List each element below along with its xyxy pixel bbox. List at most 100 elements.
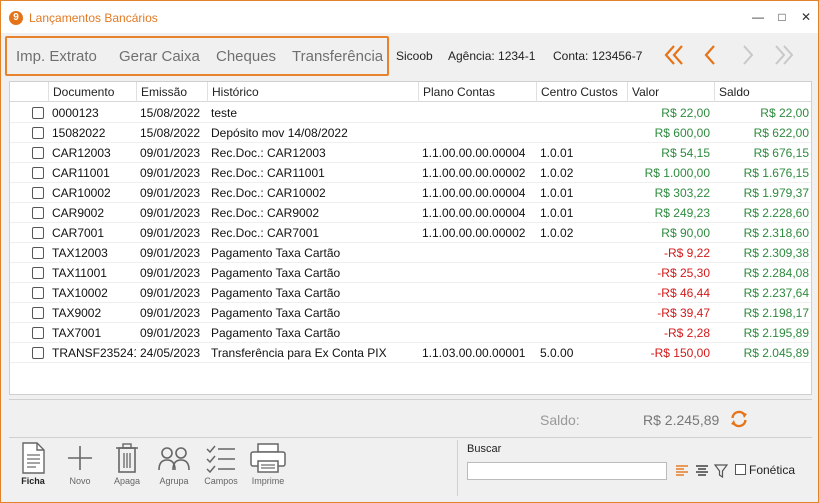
table-row[interactable]: TRANSF235241 24/05/2023 Transferência para… (10, 343, 811, 363)
table-row[interactable]: TAX7001 09/01/2023 Pagamento Taxa Cartão -R… (10, 323, 811, 343)
campos-label: Campos (204, 476, 238, 486)
transactions-grid[interactable]: Documento Emissão Histórico Plano Contas… (9, 81, 812, 395)
table-row[interactable]: TAX10002 09/01/2023 Pagamento Taxa Cartão -… (10, 283, 811, 303)
cell-saldo: R$ 2.195,89 (743, 326, 809, 340)
column-header-plano-contas[interactable]: Plano Contas (418, 82, 536, 102)
column-header-emissao[interactable]: Emissão (136, 82, 207, 102)
balance-value: R$ 2.245,89 (643, 412, 720, 428)
summary-bar: Saldo: R$ 2.245,89 (9, 399, 812, 435)
table-row[interactable]: 15082022 15/08/2022 Depósito mov 14/08/202… (10, 123, 811, 143)
fonetica-checkbox[interactable] (735, 464, 746, 475)
table-row[interactable]: TAX12003 09/01/2023 Pagamento Taxa Cartão -… (10, 243, 811, 263)
cell-saldo: R$ 2.045,89 (743, 346, 809, 360)
cell-documento: CAR9002 (52, 206, 105, 220)
column-header-historico[interactable]: Histórico (207, 82, 418, 102)
cell-valor: -R$ 2,28 (663, 326, 710, 340)
novo-button[interactable]: Novo (58, 442, 102, 496)
align-center-icon[interactable] (695, 464, 709, 478)
agrupa-label: Agrupa (159, 476, 189, 486)
cell-historico: Rec.Doc.: CAR11001 (211, 166, 325, 180)
cell-saldo: R$ 2.284,08 (743, 266, 809, 280)
cell-plano-contas: 1.1.00.00.00.00004 (422, 186, 526, 200)
align-left-icon[interactable] (675, 464, 689, 478)
row-checkbox[interactable] (32, 287, 44, 299)
tab-gerar-caixa[interactable]: Gerar Caixa (119, 48, 200, 65)
row-checkbox[interactable] (32, 167, 44, 179)
row-checkbox[interactable] (32, 247, 44, 259)
action-tabs: Imp. Extrato Gerar Caixa Cheques Transfe… (5, 36, 389, 76)
cell-historico: Pagamento Taxa Cartão (211, 306, 341, 320)
cell-plano-contas: 1.1.00.00.00.00002 (422, 226, 526, 240)
maximize-icon[interactable]: □ (771, 7, 793, 27)
imprime-button[interactable]: Imprime (246, 442, 290, 496)
cell-valor: R$ 54,15 (661, 146, 710, 160)
cell-centro-custos (536, 323, 627, 343)
title-bar: 9 Lançamentos Bancários — □ ✕ (1, 1, 818, 33)
cell-emissao: 09/01/2023 (140, 286, 201, 300)
cell-plano-contas (418, 323, 536, 343)
filter-icon[interactable] (714, 464, 728, 478)
column-header-documento[interactable]: Documento (48, 82, 136, 102)
table-row[interactable]: CAR12003 09/01/2023 Rec.Doc.: CAR12003 1.1.… (10, 143, 811, 163)
prev-page-icon[interactable] (699, 41, 723, 69)
plus-icon (68, 446, 92, 470)
cell-documento: CAR10002 (52, 186, 111, 200)
cell-emissao: 09/01/2023 (140, 266, 201, 280)
row-checkbox[interactable] (32, 267, 44, 279)
cell-emissao: 09/01/2023 (140, 206, 201, 220)
row-checkbox[interactable] (32, 107, 44, 119)
row-checkbox[interactable] (32, 127, 44, 139)
account-number: Conta: 123456-7 (553, 49, 643, 63)
ficha-button[interactable]: Ficha (11, 442, 55, 496)
group-icon (158, 447, 190, 471)
table-row[interactable]: TAX11001 09/01/2023 Pagamento Taxa Cartão -… (10, 263, 811, 283)
cell-saldo: R$ 622,00 (753, 126, 809, 140)
cell-emissao: 09/01/2023 (140, 246, 201, 260)
cell-historico: Rec.Doc.: CAR9002 (211, 206, 320, 220)
row-checkbox[interactable] (32, 327, 44, 339)
tab-cheques[interactable]: Cheques (216, 48, 276, 65)
cell-valor: -R$ 25,30 (657, 266, 710, 280)
tab-transferencia[interactable]: Transferência (292, 48, 383, 65)
table-row[interactable]: CAR7001 09/01/2023 Rec.Doc.: CAR7001 1.1.00… (10, 223, 811, 243)
column-header-valor[interactable]: Valor (627, 82, 714, 102)
cell-saldo: R$ 2.198,17 (743, 306, 809, 320)
minimize-icon[interactable]: — (747, 7, 769, 27)
cell-emissao: 09/01/2023 (140, 186, 201, 200)
apaga-button[interactable]: Apaga (105, 442, 149, 496)
column-header-saldo[interactable]: Saldo (714, 82, 811, 102)
cell-documento: TAX12003 (52, 246, 108, 260)
cell-documento: TRANSF235241 (52, 346, 136, 360)
imprime-label: Imprime (251, 476, 285, 486)
first-page-icon[interactable] (663, 41, 687, 69)
table-row[interactable]: CAR11001 09/01/2023 Rec.Doc.: CAR11001 1.1.… (10, 163, 811, 183)
search-label: Buscar (467, 443, 502, 455)
close-icon[interactable]: ✕ (795, 7, 817, 27)
row-checkbox[interactable] (32, 187, 44, 199)
fonetica-label: Fonética (749, 463, 796, 477)
row-checkbox[interactable] (32, 147, 44, 159)
table-row[interactable]: CAR10002 09/01/2023 Rec.Doc.: CAR10002 1.1.… (10, 183, 811, 203)
next-page-icon[interactable] (735, 41, 759, 69)
campos-button[interactable]: Campos (199, 442, 243, 496)
row-checkbox[interactable] (32, 207, 44, 219)
row-checkbox[interactable] (32, 227, 44, 239)
last-page-icon[interactable] (771, 41, 795, 69)
search-input[interactable] (467, 462, 667, 480)
tab-imp-extrato[interactable]: Imp. Extrato (16, 48, 97, 65)
row-checkbox[interactable] (32, 307, 44, 319)
cell-centro-custos (536, 263, 627, 283)
row-checkbox[interactable] (32, 347, 44, 359)
cell-emissao: 09/01/2023 (140, 326, 201, 340)
cell-plano-contas (418, 103, 536, 123)
agrupa-button[interactable]: Agrupa (152, 442, 196, 496)
column-header-centro-custos[interactable]: Centro Custos (536, 82, 627, 102)
table-row[interactable]: 0000123 15/08/2022 teste R$ 22,00 R$ 22,00 (10, 103, 811, 123)
cell-valor: R$ 303,22 (654, 186, 710, 200)
refresh-icon[interactable] (729, 409, 749, 429)
cell-historico: Pagamento Taxa Cartão (211, 286, 341, 300)
table-row[interactable]: TAX9002 09/01/2023 Pagamento Taxa Cartão -R… (10, 303, 811, 323)
table-row[interactable]: CAR9002 09/01/2023 Rec.Doc.: CAR9002 1.1.00… (10, 203, 811, 223)
cell-centro-custos: 5.0.00 (540, 346, 574, 360)
cell-centro-custos: 1.0.02 (540, 166, 574, 180)
